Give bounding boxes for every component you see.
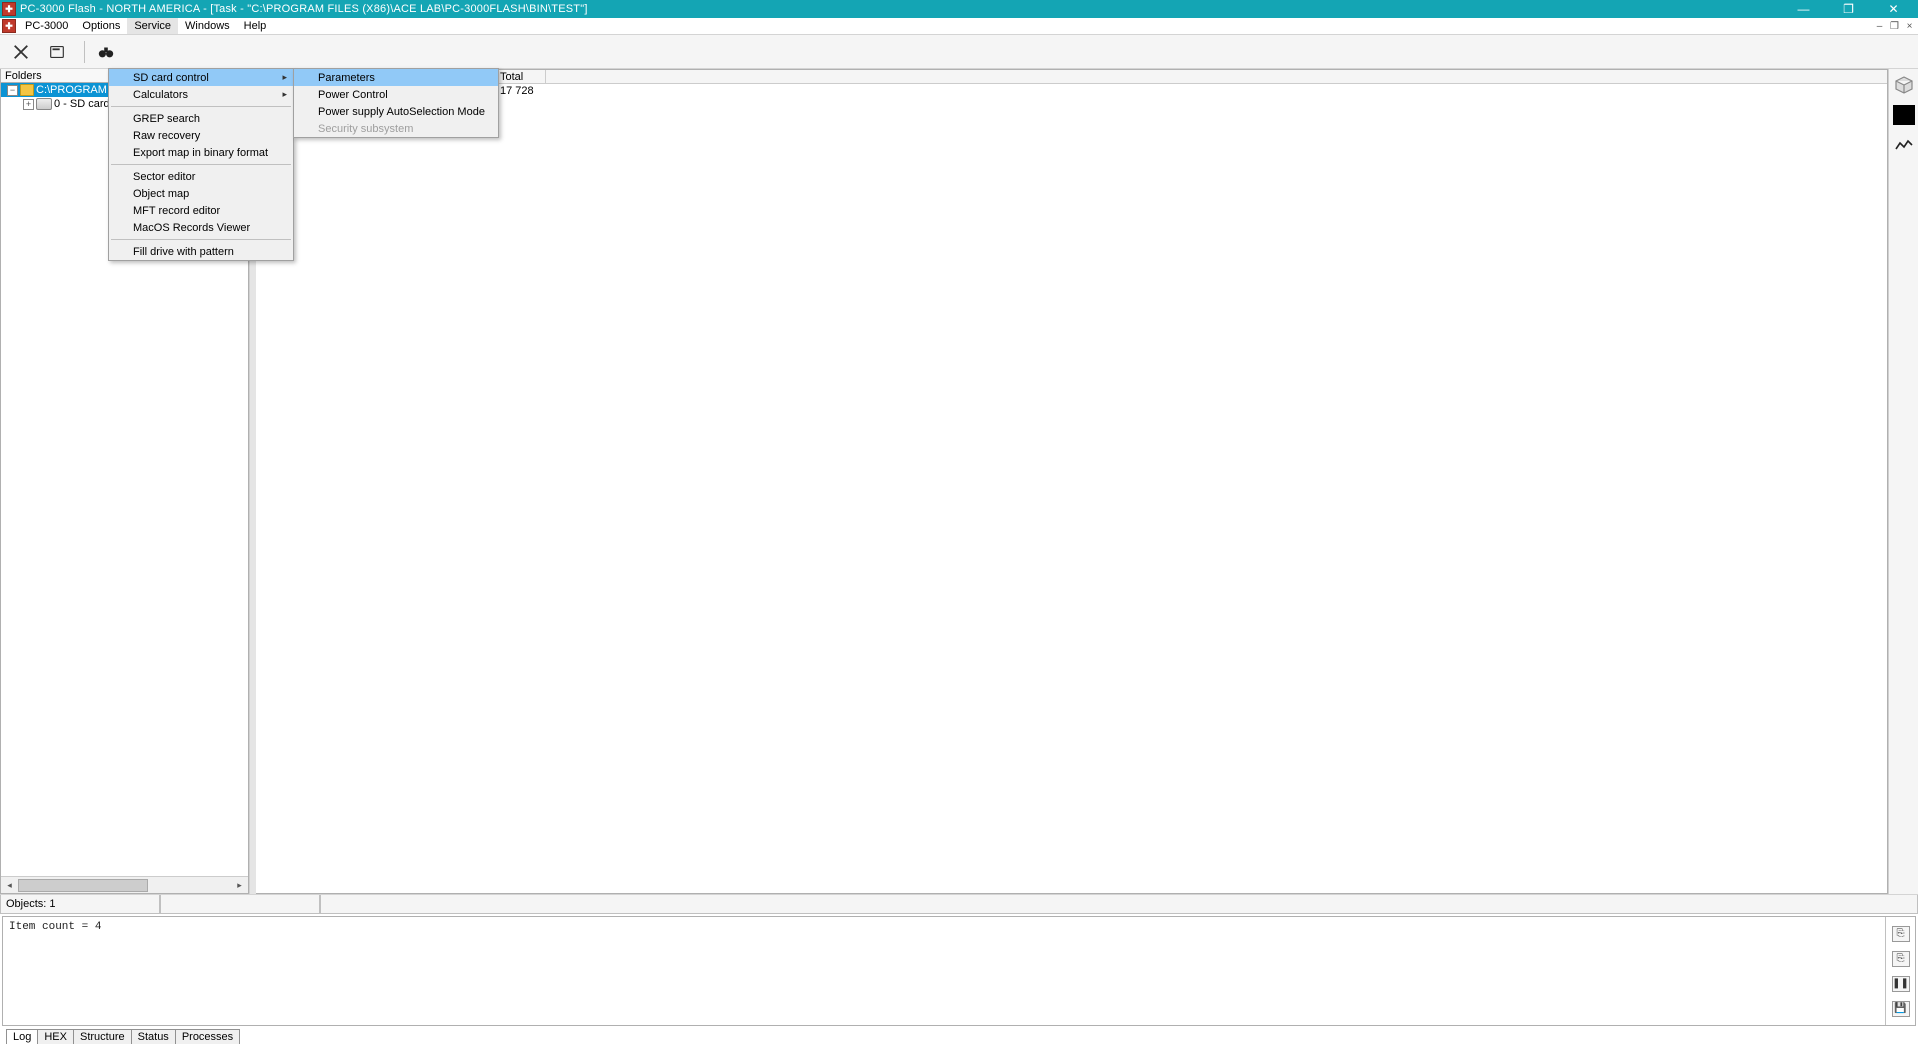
black-square-icon[interactable] — [1893, 105, 1915, 125]
scroll-thumb[interactable] — [18, 879, 148, 892]
sdcard-submenu-item[interactable]: Power Control — [294, 86, 498, 103]
service-menu-item[interactable]: Calculators — [109, 86, 293, 103]
sdcard-submenu-item[interactable]: Parameters — [294, 69, 498, 86]
tab-processes[interactable]: Processes — [175, 1029, 240, 1044]
collapse-icon[interactable]: − — [7, 85, 18, 96]
tab-status[interactable]: Status — [131, 1029, 176, 1044]
main-panel: Total 17 728 — [256, 69, 1888, 894]
log-btn-clipboard[interactable]: ⎘ — [1892, 926, 1910, 942]
minimize-button[interactable]: — — [1781, 0, 1826, 18]
log-btn-copy[interactable]: ⎘ — [1892, 951, 1910, 967]
menu-options[interactable]: Options — [75, 18, 127, 34]
app-menu-icon: ✚ — [2, 19, 16, 33]
zigzag-icon[interactable] — [1894, 135, 1914, 155]
grid-data-row: 17 728 — [496, 84, 1887, 97]
status-cell-3 — [320, 895, 1918, 914]
drive-icon — [36, 98, 52, 110]
status-cell-2 — [160, 895, 320, 914]
card-icon — [48, 43, 66, 61]
service-menu-item[interactable]: Export map in binary format — [109, 144, 293, 161]
service-menu-item[interactable]: Object map — [109, 185, 293, 202]
log-text[interactable]: Item count = 4 — [3, 917, 1885, 1025]
status-bar: Objects: 1 — [0, 894, 1918, 914]
log-btn-pause[interactable]: ❚❚ — [1892, 976, 1910, 992]
service-menu-item[interactable]: GREP search — [109, 110, 293, 127]
maximize-button[interactable]: ❐ — [1826, 0, 1871, 18]
scroll-left-arrow-icon[interactable]: ◂ — [1, 877, 18, 894]
sdcard-submenu-item: Security subsystem — [294, 120, 498, 137]
wrench-cross-icon — [12, 43, 30, 61]
toolbar-btn-task[interactable] — [42, 40, 72, 64]
mdi-minimize-button[interactable]: – — [1873, 20, 1886, 33]
tab-log[interactable]: Log — [6, 1029, 38, 1044]
menu-help[interactable]: Help — [237, 18, 274, 34]
tree-horizontal-scrollbar[interactable]: ◂ ▸ — [1, 876, 248, 893]
right-toolbar — [1888, 69, 1918, 894]
close-button[interactable]: ✕ — [1871, 0, 1916, 18]
log-btn-save[interactable]: 💾 — [1892, 1001, 1910, 1017]
log-panel: Item count = 4 ⎘ ⎘ ❚❚ 💾 — [2, 916, 1916, 1026]
main-grid[interactable]: Total 17 728 — [256, 70, 1887, 893]
menu-windows[interactable]: Windows — [178, 18, 237, 34]
window-title: PC-3000 Flash - NORTH AMERICA - [Task - … — [20, 3, 1781, 15]
toolbar: SD card controlCalculatorsGREP searchRaw… — [0, 35, 1918, 69]
sd-card-submenu: ParametersPower ControlPower supply Auto… — [293, 68, 499, 138]
service-menu-item[interactable]: Raw recovery — [109, 127, 293, 144]
cube-icon[interactable] — [1894, 75, 1914, 95]
menu-pc3000[interactable]: PC-3000 — [18, 18, 75, 34]
menu-service[interactable]: Service — [127, 18, 178, 34]
service-menu-item[interactable]: MFT record editor — [109, 202, 293, 219]
grid-cell-total: 17 728 — [496, 84, 546, 97]
expand-icon[interactable]: + — [23, 99, 34, 110]
menu-bar: ✚ PC-3000 Options Service Windows Help –… — [0, 18, 1918, 35]
grid-header-row: Total — [496, 70, 1887, 84]
folder-icon — [20, 84, 34, 96]
service-dropdown: SD card controlCalculators GREP searchRaw… — [108, 68, 294, 261]
log-side-controls: ⎘ ⎘ ❚❚ 💾 — [1885, 917, 1915, 1025]
mdi-close-button[interactable]: × — [1903, 20, 1916, 33]
binoculars-icon — [97, 43, 115, 61]
title-bar: ✚ PC-3000 Flash - NORTH AMERICA - [Task … — [0, 0, 1918, 18]
toolbar-separator — [84, 41, 85, 63]
toolbar-btn-search[interactable] — [91, 40, 121, 64]
service-menu-item[interactable]: MacOS Records Viewer — [109, 219, 293, 236]
grid-col-total[interactable]: Total — [496, 70, 546, 83]
service-menu-item[interactable]: Sector editor — [109, 168, 293, 185]
tab-structure[interactable]: Structure — [73, 1029, 132, 1044]
mdi-restore-button[interactable]: ❐ — [1888, 20, 1901, 33]
toolbar-btn-tools[interactable] — [6, 40, 36, 64]
sdcard-submenu-item[interactable]: Power supply AutoSelection Mode — [294, 103, 498, 120]
app-icon: ✚ — [2, 2, 16, 16]
bottom-tab-bar: Log HEX Structure Status Processes — [0, 1028, 1918, 1044]
service-menu-item[interactable]: SD card control — [109, 69, 293, 86]
scroll-right-arrow-icon[interactable]: ▸ — [231, 877, 248, 894]
service-menu-item[interactable]: Fill drive with pattern — [109, 243, 293, 260]
status-objects: Objects: 1 — [0, 895, 160, 914]
tab-hex[interactable]: HEX — [37, 1029, 74, 1044]
